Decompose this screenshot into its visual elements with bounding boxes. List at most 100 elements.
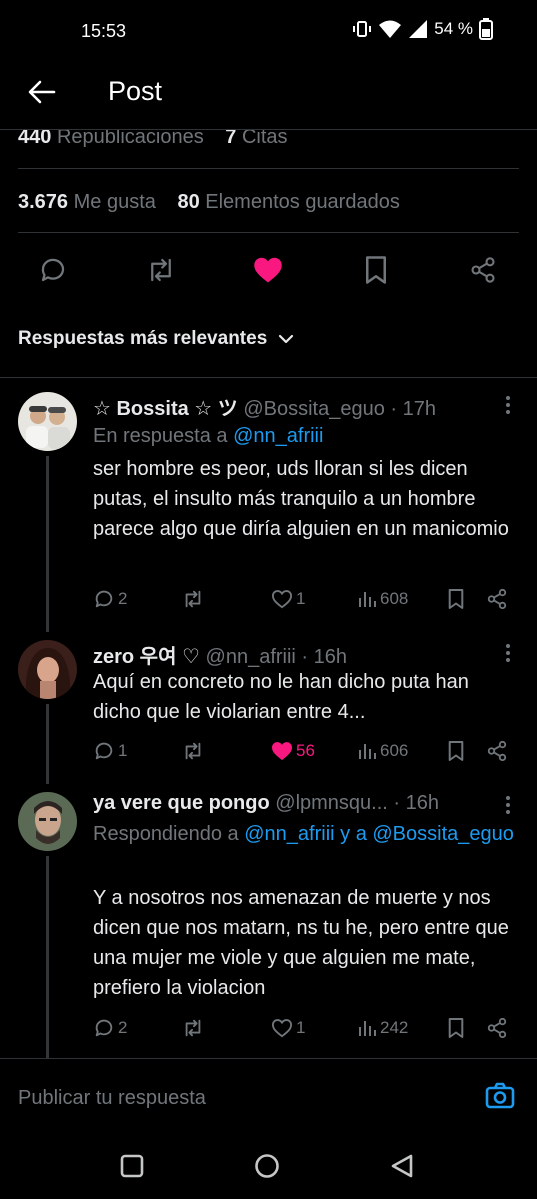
avatar[interactable] <box>18 792 77 851</box>
triangle-back-icon <box>391 1154 413 1178</box>
display-name[interactable]: ☆ Bossita ☆ ツ <box>93 398 238 420</box>
mention-link[interactable]: @nn_afriii y a @Bossita_eguo <box>244 823 514 845</box>
reply-text: ser hombre es peor, uds lloran si les di… <box>93 458 509 540</box>
back-nav-button[interactable] <box>388 1152 416 1180</box>
in-reply-to: Respondiendo a @nn_afriii y a @Bossita_e… <box>93 823 514 845</box>
reply-metrics: 2 1 242 <box>93 1014 513 1042</box>
reply-button[interactable] <box>37 254 69 286</box>
comment-button[interactable]: 2 <box>93 1014 127 1042</box>
repost-icon <box>185 1019 201 1037</box>
share-icon <box>471 257 495 283</box>
like-button[interactable] <box>252 254 284 286</box>
views-chart-icon <box>359 744 376 759</box>
display-name[interactable]: ya vere que pongo <box>93 792 270 814</box>
battery-percent: 54 % <box>434 19 473 38</box>
divider <box>18 232 519 233</box>
share-icon <box>487 588 507 610</box>
share-button[interactable] <box>467 254 499 286</box>
handle-time: @lpmnsqu... · 16h <box>275 792 439 814</box>
comment-button[interactable]: 2 <box>93 585 127 613</box>
likes-stats[interactable]: 3.676 Me gusta 80 Elementos guardados <box>18 191 400 214</box>
likes-count: 3.676 <box>18 191 69 213</box>
arrow-left-icon <box>28 80 56 104</box>
like-button[interactable]: 56 <box>271 737 315 765</box>
bookmark-button[interactable] <box>447 1014 465 1042</box>
share-button[interactable] <box>486 585 508 613</box>
views-chart-icon <box>359 592 376 607</box>
views-button[interactable]: 242 <box>357 1014 408 1042</box>
camera-button[interactable] <box>485 1081 515 1111</box>
wifi-icon <box>379 20 402 38</box>
share-icon <box>487 740 507 762</box>
bookmarks-count: 80 <box>177 191 200 213</box>
status-bar: 15:53 54 % <box>0 0 537 62</box>
heart-icon <box>271 1019 293 1038</box>
comment-icon <box>95 742 113 760</box>
chevron-down-icon <box>279 334 294 344</box>
divider <box>0 377 537 378</box>
repost-button[interactable] <box>181 585 208 613</box>
share-icon <box>487 1017 507 1039</box>
comment-button[interactable]: 1 <box>93 737 127 765</box>
bookmark-button[interactable] <box>447 585 465 613</box>
bookmark-icon <box>448 1018 464 1038</box>
more-options-button[interactable] <box>505 644 511 662</box>
views-button[interactable]: 606 <box>357 737 408 765</box>
avatar[interactable] <box>18 392 77 451</box>
reply-text: Y a nosotros nos amenazan de muerte y no… <box>93 887 509 999</box>
like-button[interactable]: 1 <box>271 1014 305 1042</box>
circle-icon <box>255 1154 279 1178</box>
share-button[interactable] <box>486 1014 508 1042</box>
signal-icon <box>409 20 428 38</box>
battery-icon <box>479 18 493 40</box>
heart-filled-icon <box>272 742 292 761</box>
heart-filled-icon <box>254 257 282 283</box>
post-actions <box>0 248 537 292</box>
bookmark-icon <box>448 589 464 609</box>
camera-icon <box>485 1082 515 1109</box>
repost-icon <box>185 742 201 760</box>
mention-link[interactable]: @nn_afriii <box>233 425 323 447</box>
bookmark-icon <box>448 741 464 761</box>
share-button[interactable] <box>486 737 508 765</box>
repost-icon <box>185 590 201 608</box>
avatar[interactable] <box>18 640 77 699</box>
comment-icon <box>95 590 113 608</box>
thread-line <box>46 456 49 632</box>
handle-time: @Bossita_eguo · 17h <box>243 398 436 420</box>
square-icon <box>120 1154 144 1178</box>
repost-button[interactable] <box>181 737 208 765</box>
vibrate-icon <box>353 21 372 37</box>
reply-metrics: 1 56 606 <box>93 737 513 765</box>
recents-button[interactable] <box>118 1152 146 1180</box>
in-reply-to: En respuesta a @nn_afriii <box>93 425 324 447</box>
repost-button[interactable] <box>145 254 177 286</box>
divider <box>18 168 519 169</box>
bookmark-button[interactable] <box>447 737 465 765</box>
home-button[interactable] <box>253 1152 281 1180</box>
back-button[interactable] <box>26 76 58 108</box>
bookmark-button[interactable] <box>360 254 392 286</box>
page-title: Post <box>108 76 163 106</box>
reply-metrics: 2 1 608 <box>93 585 513 613</box>
likes-label: Me gusta <box>73 191 156 213</box>
views-chart-icon <box>359 1021 376 1036</box>
replies-sort-dropdown[interactable]: Respuestas más relevantes <box>18 328 295 350</box>
views-button[interactable]: 608 <box>357 585 408 613</box>
reply-text: Aquí en concreto no le han dicho puta ha… <box>93 671 469 723</box>
heart-icon <box>271 590 293 609</box>
repost-button[interactable] <box>181 1014 208 1042</box>
reply-input[interactable]: Publicar tu respuesta <box>18 1087 206 1110</box>
top-app-bar: Post <box>0 62 537 130</box>
thread-line <box>46 704 49 784</box>
repost-icon <box>151 258 171 282</box>
comment-icon <box>95 1019 113 1037</box>
display-name[interactable]: zero 우여 ♡ <box>93 646 200 668</box>
reply-composer: Publicar tu respuesta <box>0 1058 537 1126</box>
more-options-button[interactable] <box>505 796 511 814</box>
sort-label: Respuestas más relevantes <box>18 328 268 349</box>
thread-line <box>46 856 49 1058</box>
like-button[interactable]: 1 <box>271 585 305 613</box>
comment-icon <box>41 258 65 282</box>
more-options-button[interactable] <box>505 396 511 414</box>
